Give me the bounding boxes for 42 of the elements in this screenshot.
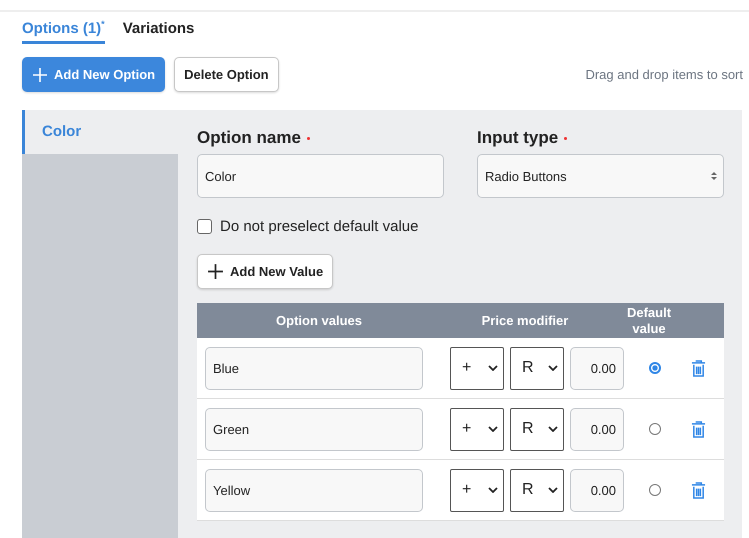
sign-select[interactable]: + xyxy=(450,468,504,512)
radio-button[interactable] xyxy=(649,484,661,496)
add-value-button[interactable]: Add New Value xyxy=(197,254,334,289)
chevron-down-icon xyxy=(488,487,498,493)
currency-select[interactable]: R xyxy=(510,468,564,512)
price-field[interactable]: 0.00 xyxy=(570,468,624,512)
sign-select[interactable]: + xyxy=(450,408,504,450)
column-header: Option values xyxy=(275,313,363,328)
field-label: Option name xyxy=(197,128,301,148)
radio-button[interactable] xyxy=(649,362,661,374)
chevron-down-icon xyxy=(548,426,558,432)
tab[interactable]: Variations xyxy=(122,20,194,44)
delete-option-button[interactable]: Delete Option xyxy=(174,57,279,92)
column-header: Price modifier xyxy=(480,313,570,328)
trash-icon[interactable] xyxy=(691,482,706,498)
tab[interactable]: Options (1)$^{*}$ xyxy=(22,20,105,44)
option-name-field[interactable]: Color xyxy=(197,154,444,198)
sign-select[interactable]: + xyxy=(450,346,504,390)
option-value-field[interactable]: Yellow xyxy=(205,468,423,512)
currency-select[interactable]: R xyxy=(510,408,564,450)
plus-icon xyxy=(32,66,48,82)
chevron-down-icon xyxy=(488,426,498,432)
field-label: Input type xyxy=(477,128,558,148)
column-header: Default value xyxy=(626,304,672,336)
input-type-select[interactable]: Radio Buttons xyxy=(477,154,724,198)
trash-icon[interactable] xyxy=(691,360,706,376)
price-field[interactable]: 0.00 xyxy=(570,408,624,450)
trash-icon[interactable] xyxy=(691,420,706,438)
checkbox-label: Do not preselect default value xyxy=(220,218,418,235)
currency-select[interactable]: R xyxy=(510,346,564,390)
option-value-field[interactable]: Blue xyxy=(205,346,423,390)
sort-hint: Drag and drop items to sort xyxy=(585,67,743,82)
checkbox[interactable] xyxy=(197,219,212,234)
add-option-button[interactable]: Add New Option xyxy=(22,57,166,92)
sort-arrows-icon xyxy=(710,170,718,182)
chevron-down-icon xyxy=(548,487,558,493)
price-field[interactable]: 0.00 xyxy=(570,346,624,390)
plus-icon xyxy=(207,263,224,280)
radio-button[interactable] xyxy=(649,423,661,435)
chevron-down-icon xyxy=(488,365,498,371)
chevron-down-icon xyxy=(548,365,558,371)
option-value-field[interactable]: Green xyxy=(205,408,423,450)
